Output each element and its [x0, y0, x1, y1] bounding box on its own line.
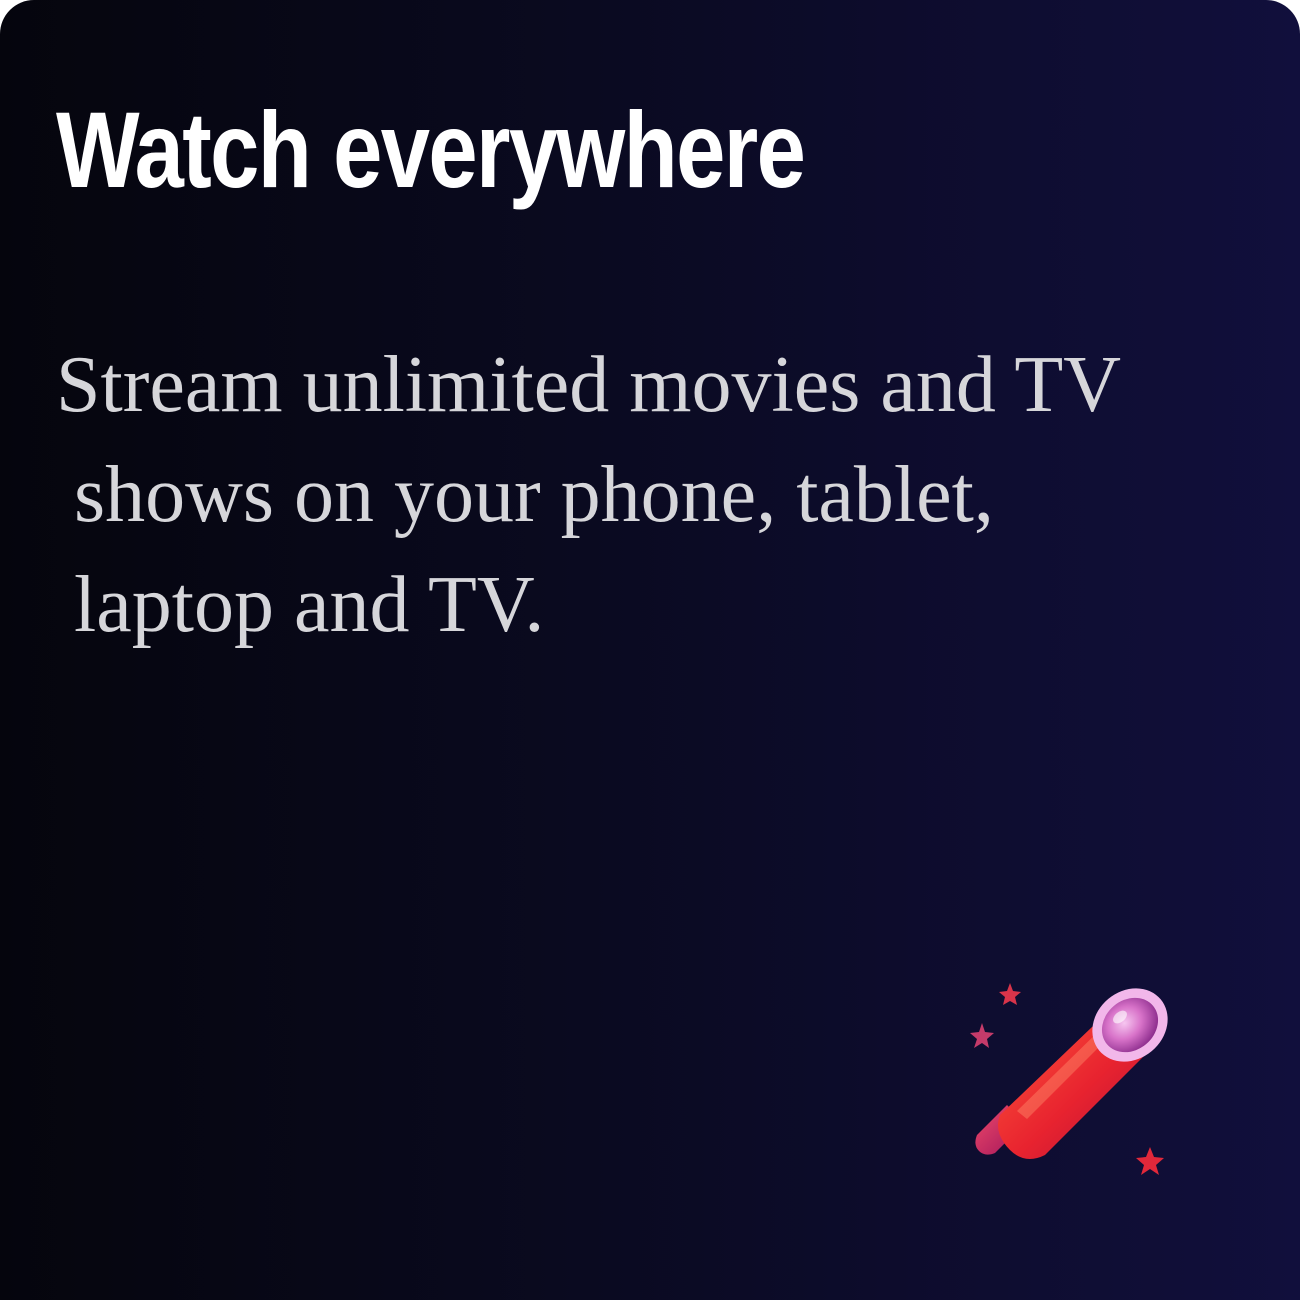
star-icon — [999, 983, 1021, 1005]
card-description: Stream unlimited movies and TV shows on … — [56, 330, 1236, 660]
description-line-1: Stream unlimited movies and TV — [56, 341, 1122, 429]
star-icon — [970, 1023, 994, 1048]
description-line-3: laptop and TV. — [74, 561, 545, 649]
feature-card: Watch everywhere Stream unlimited movies… — [0, 0, 1300, 1300]
description-line-2: shows on your phone, tablet, — [74, 451, 994, 539]
card-title: Watch everywhere — [56, 89, 806, 210]
star-icon — [1136, 1147, 1164, 1175]
telescope-icon — [970, 983, 1168, 1175]
